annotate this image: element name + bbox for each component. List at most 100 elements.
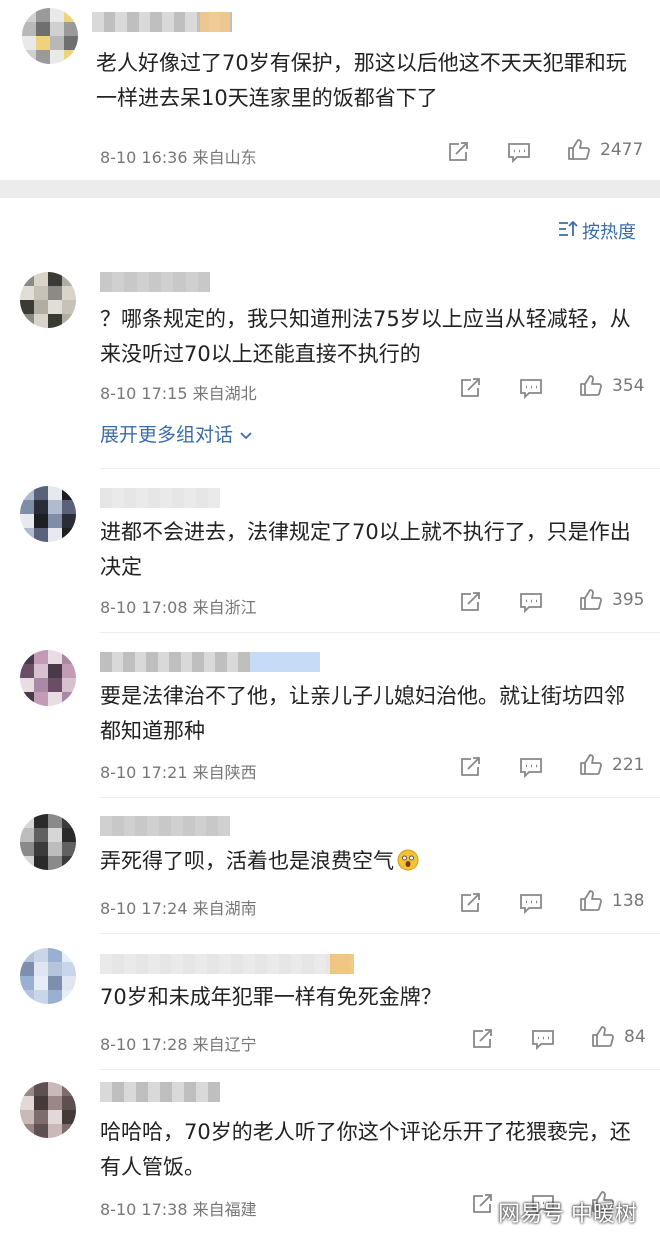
- thumbs-up-icon: [566, 138, 592, 162]
- like-count: 354: [612, 376, 645, 396]
- username[interactable]: [100, 652, 250, 672]
- comment-meta: 8-10 17:15 来自湖北: [100, 380, 257, 404]
- expand-more-conversations-link[interactable]: 展开更多组对话: [100, 420, 253, 447]
- share-button[interactable]: [458, 590, 484, 614]
- reply-button[interactable]: [518, 891, 544, 915]
- like-count: 2477: [600, 140, 644, 160]
- comment-text: 老人好像过了70岁有保护，那这以后他这不天天犯罪和玩一样进去呆10天连家里的饭都…: [96, 51, 627, 110]
- expand-more-label: 展开更多组对话: [100, 424, 234, 446]
- reply-button[interactable]: [530, 1027, 556, 1051]
- comment-text: 哈哈哈，70岁的老人听了你这个评论乐开了花猥亵完，还有人管饭。: [100, 1120, 631, 1179]
- comment-time: 8-10 17:28: [100, 1035, 188, 1054]
- share-button[interactable]: [458, 891, 484, 915]
- thumbs-up-icon: [578, 753, 604, 777]
- reply-button[interactable]: [518, 755, 544, 779]
- comment-meta: 8-10 17:21 来自陕西: [100, 759, 257, 783]
- comment-divider: [100, 933, 660, 934]
- thumbs-up-icon: [578, 889, 604, 913]
- comment-divider: [100, 632, 660, 633]
- reply-button[interactable]: [518, 376, 544, 400]
- sort-label: 按热度: [582, 222, 636, 243]
- thumbs-up-icon: [578, 588, 604, 612]
- comment-icon: [518, 590, 544, 614]
- comment-divider: [100, 797, 660, 798]
- username[interactable]: [100, 816, 230, 836]
- comment-location: 来自山东: [192, 148, 257, 167]
- comment-location: 来自浙江: [192, 598, 257, 617]
- chevron-down-icon: [239, 424, 253, 446]
- comment-meta: 8-10 17:38 来自福建: [100, 1196, 257, 1220]
- reply-button[interactable]: [518, 590, 544, 614]
- like-count: 395: [612, 590, 645, 610]
- like-count: 138: [612, 891, 645, 911]
- username-badge: [200, 12, 230, 32]
- share-icon: [458, 590, 484, 614]
- comment-meta: 8-10 17:24 来自湖南: [100, 895, 257, 919]
- comment-text: 70岁和未成年犯罪一样有免死金牌？: [100, 985, 442, 1009]
- comment-time: 8-10 17:08: [100, 598, 188, 617]
- avatar[interactable]: [20, 814, 76, 870]
- like-button[interactable]: 138: [578, 889, 644, 913]
- avatar[interactable]: [20, 272, 76, 328]
- like-button[interactable]: 2477: [566, 138, 643, 162]
- share-button[interactable]: [458, 376, 484, 400]
- username[interactable]: [100, 488, 220, 508]
- comment-divider: [100, 1069, 660, 1070]
- like-count: 221: [612, 755, 645, 775]
- avatar[interactable]: [20, 948, 76, 1004]
- sort-icon: [558, 220, 578, 243]
- like-count: 84: [624, 1027, 646, 1047]
- username[interactable]: [100, 272, 210, 292]
- share-icon: [446, 140, 472, 164]
- share-icon: [470, 1192, 496, 1216]
- comment-meta: 8-10 17:28 来自辽宁: [100, 1031, 257, 1055]
- comment-location: 来自辽宁: [192, 1035, 257, 1054]
- comment-text: 要是法律治不了他，让亲儿子儿媳妇治他。就让街坊四邻都知道那种: [100, 684, 625, 743]
- comment-text-content: 弄死得了呗，活着也是浪费空气: [100, 849, 394, 873]
- username[interactable]: [100, 1082, 220, 1102]
- comment-meta: 8-10 17:08 来自浙江: [100, 594, 257, 618]
- comment-icon: [530, 1027, 556, 1051]
- thumbs-up-icon: [578, 374, 604, 398]
- avatar[interactable]: [20, 1082, 76, 1138]
- sort-by-hotness-button[interactable]: 按热度: [558, 218, 636, 244]
- like-button[interactable]: 395: [578, 588, 644, 612]
- comment-time: 8-10 17:38: [100, 1200, 188, 1219]
- comment-meta: 8-10 16:36 来自山东: [100, 144, 257, 168]
- avatar[interactable]: [20, 650, 76, 706]
- comment-divider: [100, 468, 660, 469]
- share-icon: [458, 376, 484, 400]
- thumbs-up-icon: [590, 1025, 616, 1049]
- comment-location: 来自陕西: [192, 763, 257, 782]
- comment-time: 8-10 17:21: [100, 763, 188, 782]
- avatar[interactable]: [20, 486, 76, 542]
- comment-text: ？哪条规定的，我只知道刑法75岁以上应当从轻减轻，从来没听过70以上还能直接不执…: [100, 307, 631, 366]
- share-button[interactable]: [458, 755, 484, 779]
- comment-time: 8-10 16:36: [100, 148, 188, 167]
- username-badge: [250, 652, 320, 672]
- username-badge: [330, 954, 354, 974]
- like-button[interactable]: 221: [578, 753, 644, 777]
- like-button[interactable]: 84: [590, 1025, 646, 1049]
- section-separator: [0, 180, 660, 198]
- comment-location: 来自湖北: [192, 384, 257, 403]
- share-button[interactable]: [446, 140, 472, 164]
- comment-icon: [518, 891, 544, 915]
- comment-icon: [518, 755, 544, 779]
- like-button[interactable]: 354: [578, 374, 644, 398]
- comment-icon: [506, 140, 532, 164]
- reply-button[interactable]: [506, 140, 532, 164]
- comment-text: 弄死得了呗，活着也是浪费空气: [100, 844, 640, 879]
- username[interactable]: [100, 954, 351, 974]
- share-button[interactable]: [470, 1027, 496, 1051]
- avatar[interactable]: [22, 8, 78, 64]
- share-icon: [458, 891, 484, 915]
- comment-time: 8-10 17:15: [100, 384, 188, 403]
- share-button[interactable]: [470, 1192, 496, 1216]
- share-icon: [458, 755, 484, 779]
- comment-location: 来自福建: [192, 1200, 257, 1219]
- comment-location: 来自湖南: [192, 899, 257, 918]
- watermark: 网易号 中暖树: [498, 1202, 637, 1227]
- share-icon: [470, 1027, 496, 1051]
- comment-text: 进都不会进去，法律规定了70以上就不执行了，只是作出决定: [100, 520, 631, 579]
